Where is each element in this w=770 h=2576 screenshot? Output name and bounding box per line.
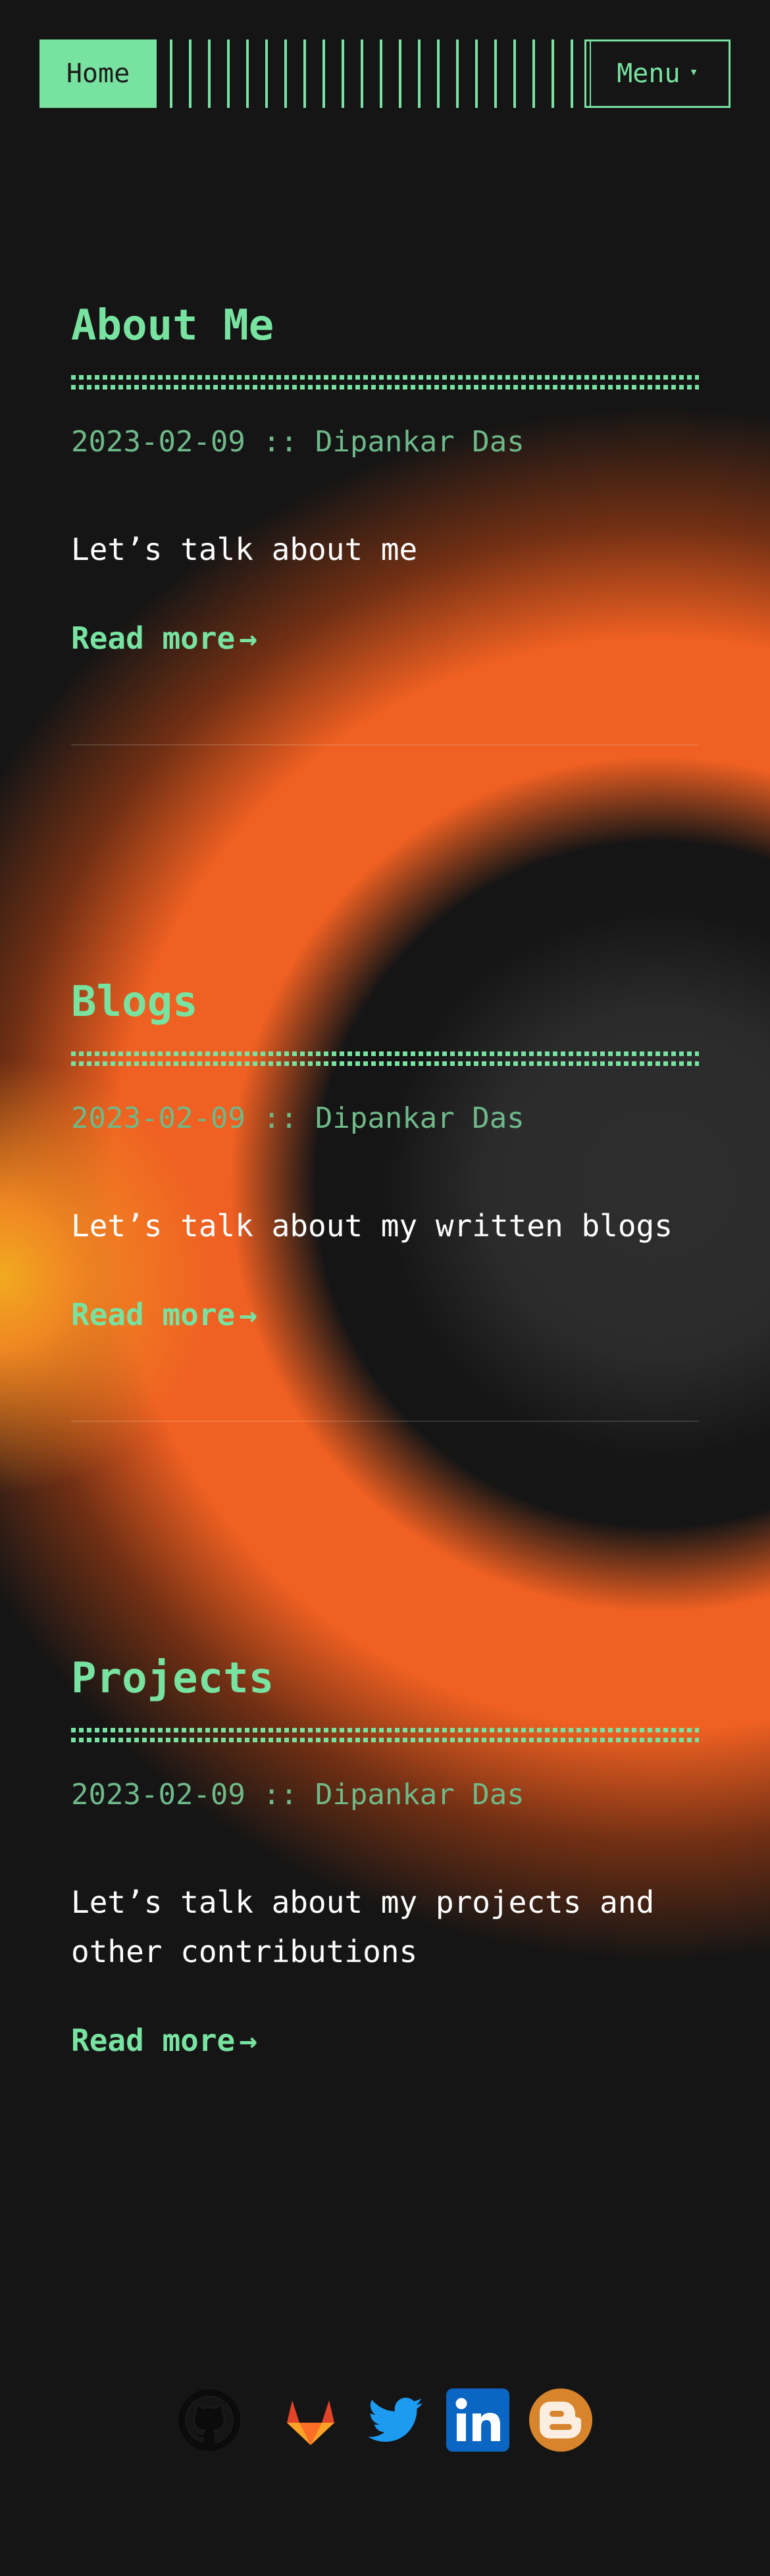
read-more-link[interactable]: Read more →	[71, 2021, 257, 2060]
social-links	[0, 2387, 770, 2460]
read-more-label: Read more	[71, 2023, 236, 2058]
title-underline	[71, 375, 699, 390]
read-more-link[interactable]: Read more →	[71, 619, 257, 658]
chevron-down-icon: ▾	[689, 64, 698, 80]
post-excerpt: Let’s talk about my projects and other c…	[71, 1884, 655, 1969]
github-icon[interactable]	[176, 2387, 242, 2453]
post-meta: 2023-02-09 :: Dipankar Das	[71, 425, 525, 459]
post-meta: 2023-02-09 :: Dipankar Das	[71, 1101, 525, 1135]
title-underline	[71, 1051, 699, 1066]
menu-label: Menu	[617, 59, 680, 89]
post-divider	[71, 1421, 699, 1422]
arrow-right-icon: →	[239, 2023, 257, 2058]
post-meta: 2023-02-09 :: Dipankar Das	[71, 1778, 525, 1811]
title-underline	[71, 1728, 699, 1742]
linkedin-icon[interactable]	[445, 2387, 511, 2453]
post-title[interactable]: Projects	[71, 1652, 274, 1705]
post-divider	[71, 744, 699, 745]
read-more-label: Read more	[71, 1297, 236, 1332]
gitlab-icon[interactable]	[278, 2387, 344, 2453]
site-header: Home Menu ▾	[39, 39, 731, 108]
blogger-icon[interactable]	[528, 2387, 594, 2453]
arrow-right-icon: →	[239, 1297, 257, 1332]
home-logo-link[interactable]: Home	[39, 39, 157, 108]
post-excerpt: Let’s talk about my written blogs	[71, 1208, 673, 1244]
read-more-link[interactable]: Read more →	[71, 1295, 257, 1334]
post-excerpt: Let’s talk about me	[71, 532, 418, 567]
post-title[interactable]: Blogs	[71, 976, 198, 1028]
twitter-icon[interactable]	[362, 2387, 428, 2453]
read-more-label: Read more	[71, 620, 236, 656]
menu-button[interactable]: Menu ▾	[584, 39, 731, 108]
arrow-right-icon: →	[239, 620, 257, 656]
post-title[interactable]: About Me	[71, 299, 274, 352]
logo-stripes-decoration	[170, 39, 591, 108]
